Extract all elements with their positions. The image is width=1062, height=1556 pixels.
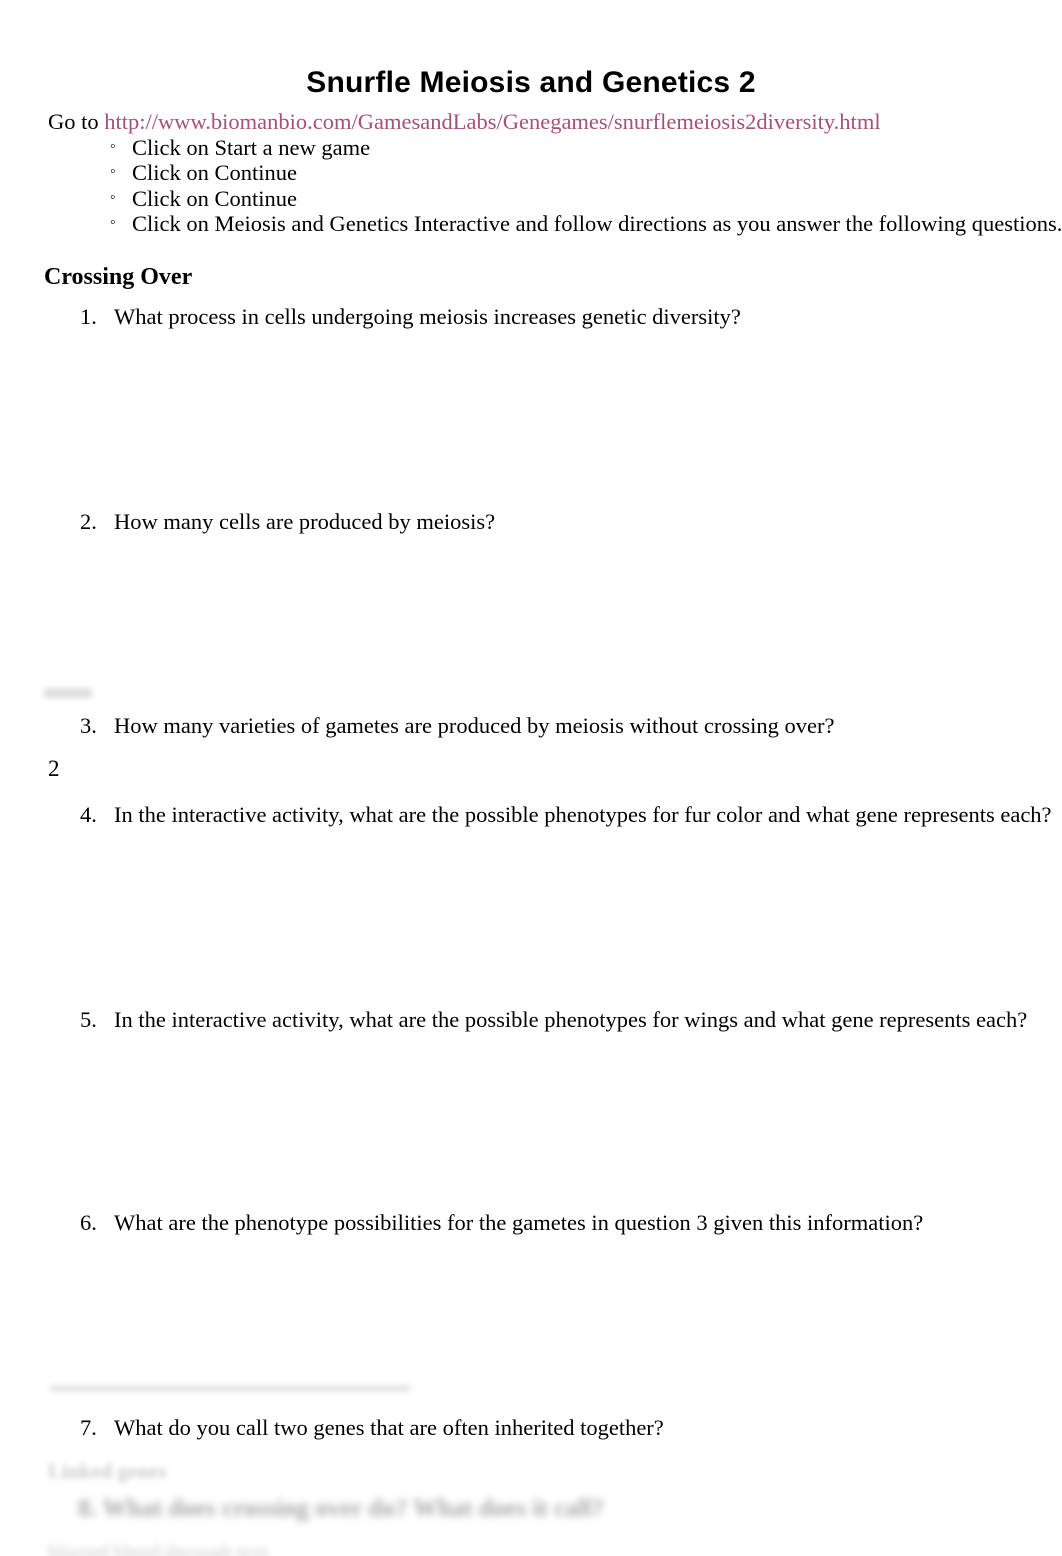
question-6: 6. What are the phenotype possibilities f… <box>80 1209 923 1236</box>
question-5: 5. In the interactive activity, what are … <box>80 1006 1027 1033</box>
margin-answer-value: 2 <box>48 756 60 781</box>
instruction-steps-list: ◦ Click on Start a new game ◦ Click on C… <box>110 135 1062 237</box>
hollow-circle-bullet-icon: ◦ <box>110 138 116 155</box>
list-item: ◦ Click on Start a new game <box>110 135 1062 160</box>
page-title: Snurfle Meiosis and Genetics 2 <box>306 66 756 100</box>
scan-ghost-rule-artifact <box>50 1386 410 1391</box>
question-number: 2. <box>80 509 97 534</box>
list-item: ◦ Click on Continue <box>110 160 1062 185</box>
list-item-label: Click on Continue <box>132 160 297 186</box>
question-number: 3. <box>80 713 97 738</box>
intro-goto-line: Go to http://www.biomanbio.com/GamesandL… <box>48 108 881 136</box>
question-number: 6. <box>80 1210 97 1235</box>
question-1: 1. What process in cells undergoing meios… <box>80 303 741 330</box>
section-heading-crossing-over: Crossing Over <box>44 264 193 290</box>
list-item-label: Click on Start a new game <box>132 135 371 160</box>
question-text: What are the phenotype possibilities for… <box>114 1210 924 1235</box>
goto-label: Go to <box>48 109 105 134</box>
question-7: 7. What do you call two genes that are of… <box>80 1414 664 1441</box>
question-text: What do you call two genes that are ofte… <box>114 1415 664 1440</box>
document-page: Snurfle Meiosis and Genetics 2 Go to htt… <box>0 0 1062 1556</box>
question-number: 5. <box>80 1007 97 1032</box>
question-text: How many cells are produced by meiosis? <box>114 509 496 534</box>
hollow-circle-bullet-icon: ◦ <box>110 188 116 206</box>
activity-url-link[interactable]: http://www.biomanbio.com/GamesandLabs/Ge… <box>104 109 880 134</box>
question-text: How many varieties of gametes are produc… <box>114 713 835 738</box>
question-text: What process in cells undergoing meiosis… <box>114 304 741 329</box>
question-number: 7. <box>80 1415 97 1440</box>
ghost-question-artifact: 8. What does crossing over do? What does… <box>78 1495 604 1522</box>
list-item: ◦ Click on Continue <box>110 186 1062 211</box>
question-number: 1. <box>80 304 97 329</box>
question-3: 3. How many varieties of gametes are prod… <box>80 712 834 739</box>
question-2: 2. How many cells are produced by meiosis… <box>80 508 495 535</box>
ghost-heading-artifact: Linked genes <box>48 1459 167 1483</box>
hollow-circle-bullet-icon: ◦ <box>110 214 116 232</box>
list-item-label: Click on Continue <box>132 185 297 211</box>
scan-smudge-artifact <box>44 688 92 698</box>
ghost-tail-artifact: blurred bleed-through text <box>48 1540 269 1556</box>
question-number: 4. <box>80 802 97 827</box>
hollow-circle-bullet-icon: ◦ <box>110 163 116 181</box>
list-item-label: Click on Meiosis and Genetics Interactiv… <box>132 211 1062 237</box>
question-text: In the interactive activity, what are th… <box>114 802 1052 827</box>
question-4: 4. In the interactive activity, what are … <box>80 801 1052 828</box>
list-item: ◦ Click on Meiosis and Genetics Interact… <box>110 211 1062 236</box>
question-text: In the interactive activity, what are th… <box>114 1007 1028 1032</box>
